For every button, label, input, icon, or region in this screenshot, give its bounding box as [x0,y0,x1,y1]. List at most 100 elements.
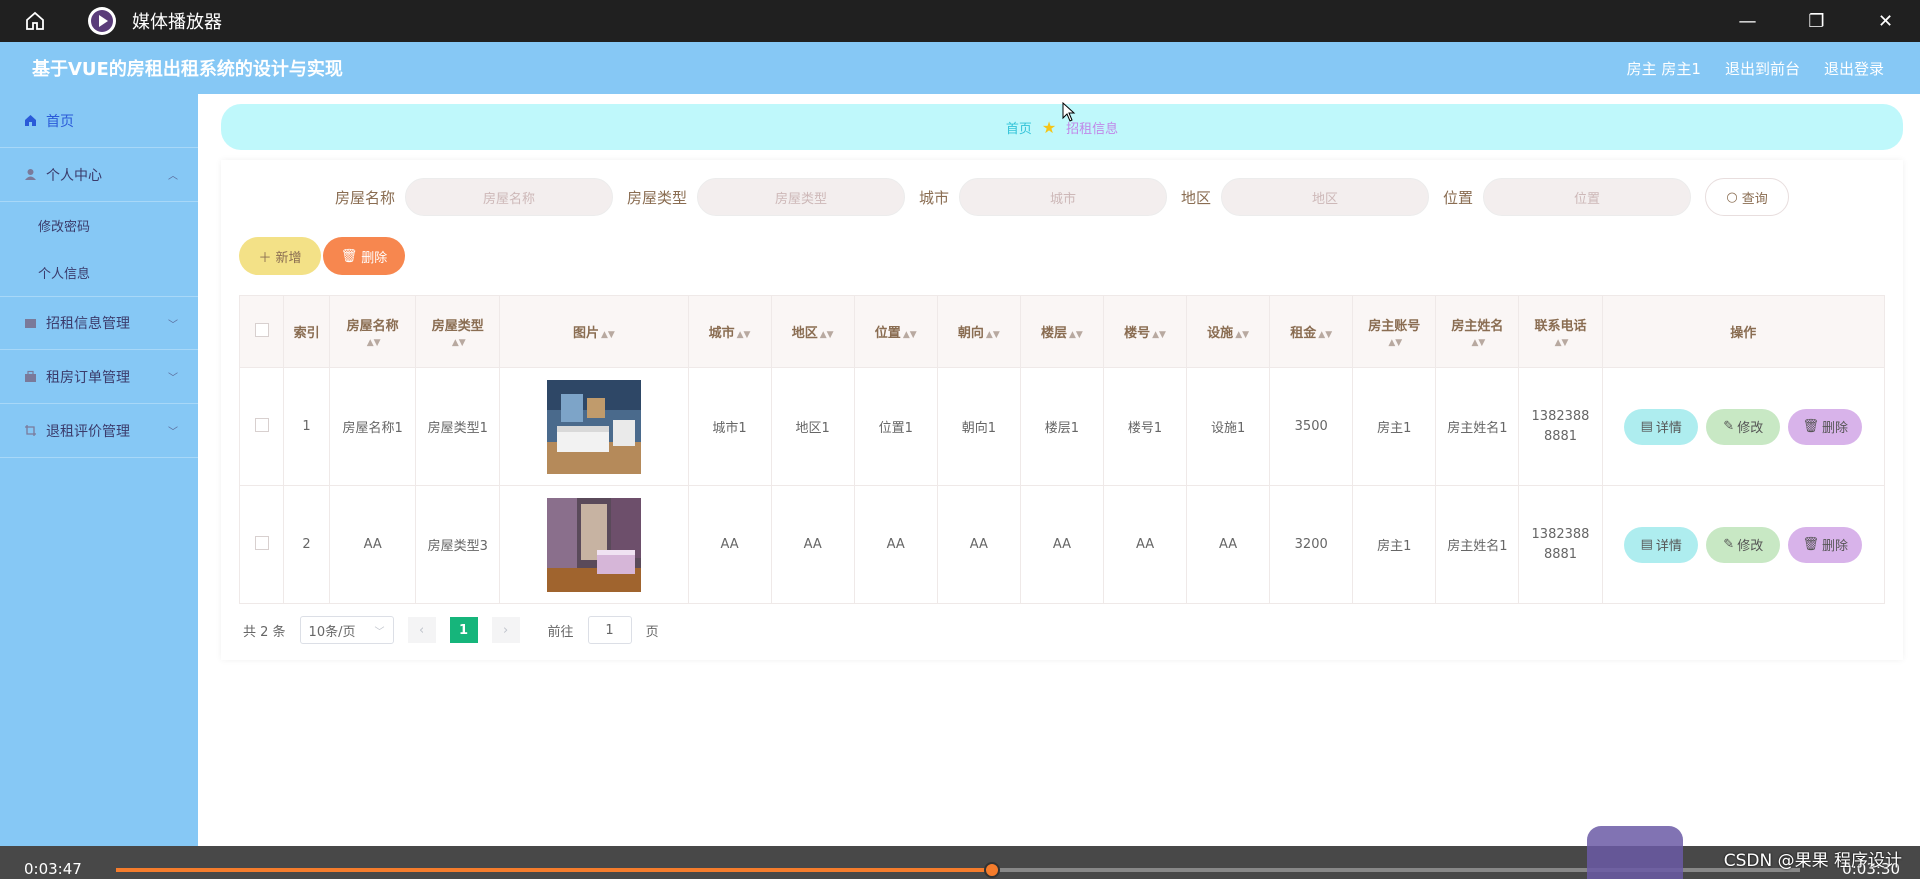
col-orientation[interactable]: 朝向 ▲▼ [936,295,1021,368]
edit-button[interactable]: ✎ 修改 [1706,408,1781,445]
cell-index: 1 [283,367,331,486]
picture-icon [22,317,38,330]
sort-icon[interactable]: ▲▼ [367,338,381,348]
breadcrumb-home[interactable]: 首页 [1006,118,1032,137]
delete-label: 删除 [1822,539,1849,554]
next-page-button[interactable]: › [491,617,520,643]
cell-phone: 13823888881 [1518,367,1603,486]
col-label: 房屋名称 [346,318,399,334]
cell-operations: ▤ 详情 ✎ 修改 🗑 删除 [1601,485,1886,604]
sidebar-item-label: 首页 [46,113,74,130]
row-checkbox[interactable] [254,535,269,550]
query-button[interactable]: ○ 查询 [1705,178,1790,216]
sort-icon[interactable]: ▲▼ [903,330,917,340]
delete-button[interactable]: 🗑 删除 [1788,526,1863,563]
col-image[interactable]: 图片 ▲▼ [499,295,689,368]
col-owner-name[interactable]: 房主姓名 ▲▼ [1435,295,1520,368]
cell-building: 楼号1 [1102,367,1188,486]
col-phone[interactable]: 联系电话 ▲▼ [1518,295,1603,368]
col-house-name[interactable]: 房屋名称 ▲▼ [329,295,417,368]
search-icon: ○ [1726,189,1738,205]
sidebar-item-change-password[interactable]: 修改密码 [0,202,198,249]
sort-icon[interactable]: ▲▼ [1555,338,1569,348]
sort-icon[interactable]: ▲▼ [1388,338,1402,348]
sort-icon[interactable]: ▲▼ [601,330,615,340]
chevron-down-icon: ﹀ [168,373,178,384]
sort-icon[interactable]: ▲▼ [1152,330,1166,340]
sidebar-item-rental-info[interactable]: 招租信息管理 ﹀ [0,296,198,350]
sort-icon[interactable]: ▲▼ [1318,330,1332,340]
page-number[interactable]: 1 [449,617,478,643]
row-checkbox[interactable] [254,417,269,432]
row-select-cell[interactable] [238,367,285,486]
col-rent[interactable]: 租金 ▲▼ [1269,295,1354,368]
goto-suffix: 页 [645,624,659,640]
seek-fill [116,868,992,872]
close-icon: ✕ [1877,10,1894,32]
house-photo[interactable] [546,379,641,474]
sort-icon[interactable]: ▲▼ [820,330,834,340]
col-house-type[interactable]: 房屋类型 ▲▼ [415,295,501,368]
sort-icon[interactable]: ▲▼ [737,330,751,340]
select-all-cell[interactable] [238,295,285,368]
cell-house-name: AA [329,485,417,604]
table-row: 1 房屋名称1 房屋类型1 城市1 地区1 位置1 朝向1 楼层1 楼号1 设施… [238,367,1886,486]
location-label: 位置 [1443,188,1474,207]
to-frontend-link[interactable]: 退出到前台 [1725,58,1800,79]
select-all-checkbox[interactable] [254,322,269,337]
sort-icon[interactable]: ▲▼ [452,338,466,348]
prev-page-button[interactable]: ‹ [407,617,436,643]
col-location[interactable]: 位置 ▲▼ [853,295,938,368]
detail-button[interactable]: ▤ 详情 [1624,526,1699,563]
rental-table: 索引 房屋名称 ▲▼ 房屋类型 ▲▼ 图片 ▲▼ 城市 ▲▼ 地区 ▲▼ 位置 ▲▼ 朝向 ▲… [238,295,1886,604]
cell-orientation: AA [936,485,1021,604]
user-icon [22,168,38,181]
col-building[interactable]: 楼号 ▲▼ [1102,295,1188,368]
delete-label: 删除 [1822,421,1849,436]
seek-handle[interactable] [983,862,1000,878]
bulk-delete-button[interactable]: 🗑 删除 [323,237,405,275]
minimize-button[interactable]: — [1713,0,1782,42]
house-type-input[interactable]: 房屋类型 [696,178,905,216]
location-input[interactable]: 位置 [1483,178,1692,216]
page-size-select[interactable]: 10条/页 ﹀ [299,616,394,644]
delete-button[interactable]: 🗑 删除 [1788,408,1863,445]
sidebar-item-label: 租房订单管理 [46,369,130,386]
chevron-down-icon: ﹀ [374,626,385,638]
sidebar-item-rental-orders[interactable]: 租房订单管理 ﹀ [0,350,198,404]
media-player-icon [88,7,116,35]
cell-phone: 13823888881 [1518,485,1603,604]
sort-icon[interactable]: ▲▼ [1235,330,1249,340]
sidebar-item-home[interactable]: 首页 [0,94,198,148]
goto-page-input[interactable]: 1 [587,616,632,644]
col-city[interactable]: 城市 ▲▼ [687,295,772,368]
col-facilities[interactable]: 设施 ▲▼ [1186,295,1271,368]
house-name-input[interactable]: 房屋名称 [404,178,613,216]
sort-icon[interactable]: ▲▼ [986,330,1000,340]
logout-link[interactable]: 退出登录 [1824,58,1884,79]
col-owner-account[interactable]: 房主账号 ▲▼ [1352,295,1437,368]
sort-icon[interactable]: ▲▼ [1069,330,1083,340]
sort-icon[interactable]: ▲▼ [1471,338,1485,348]
restore-button[interactable]: ❐ [1782,0,1851,42]
district-input[interactable]: 地区 [1221,178,1430,216]
cell-house-name: 房屋名称1 [329,367,417,486]
detail-label: 详情 [1655,421,1682,436]
row-select-cell[interactable] [238,485,285,604]
edit-button[interactable]: ✎ 修改 [1706,526,1781,563]
detail-button[interactable]: ▤ 详情 [1624,408,1699,445]
elapsed-time: 0:03:47 [24,860,82,878]
cell-owner-account: 房主1 [1352,367,1437,486]
home-button[interactable] [0,0,70,42]
sidebar-item-checkout-reviews[interactable]: 退租评价管理 ﹀ [0,404,198,458]
sidebar-item-personal-info[interactable]: 个人信息 [0,249,198,296]
seek-track[interactable] [116,862,1800,878]
col-district[interactable]: 地区 ▲▼ [770,295,855,368]
sidebar-item-personal-center[interactable]: 个人中心 ︿ [0,148,198,202]
city-input[interactable]: 城市 [959,178,1167,216]
house-photo[interactable] [546,497,641,592]
add-button[interactable]: ＋ 新增 [239,237,321,275]
col-floor[interactable]: 楼层 ▲▼ [1019,295,1104,368]
col-label: 楼号 [1124,326,1151,341]
close-button[interactable]: ✕ [1851,0,1920,42]
